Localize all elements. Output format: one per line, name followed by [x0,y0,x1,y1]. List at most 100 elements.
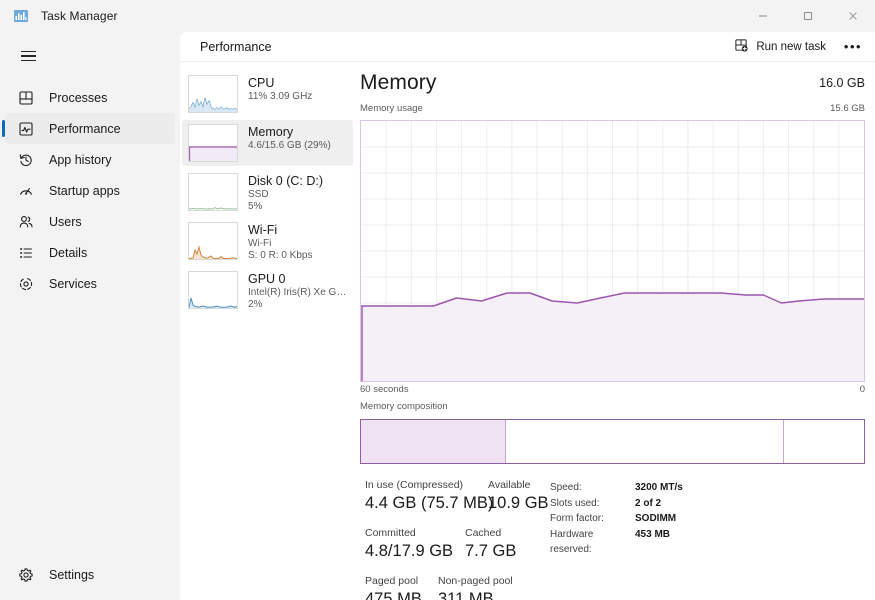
memory-composition-bar[interactable] [360,419,865,464]
memory-usage-chart [361,121,864,381]
graph-time-zero-label: 0 [859,384,865,395]
sidebar-item-label: Performance [49,121,121,136]
resource-detail-secondary: 2% [248,299,263,310]
stat-committed: Committed 4.8/17.9 GB [365,526,453,562]
stat-available: Available 10.9 GB [488,478,549,514]
details-icon [17,244,35,262]
sidebar-item-performance[interactable]: Performance [2,113,175,144]
sidebar-item-label: Processes [49,90,108,105]
resource-item-cpu[interactable]: CPU 11% 3.09 GHz [182,71,353,117]
run-new-task-label: Run new task [756,40,826,53]
graph-max-label: 15.6 GB [830,103,865,114]
window-controls [740,0,875,32]
graph-time-span-label: 60 seconds [360,384,409,395]
task-manager-window: Task Manager Processes Performance App h… [0,0,875,600]
sidebar-item-app-history[interactable]: App history [5,144,175,175]
spec-value: SODIMM [635,513,677,524]
stat-value: 4.4 GB (75.7 MB) [365,494,494,512]
resource-item-memory[interactable]: Memory 4.6/15.6 GB (29%) [182,120,353,166]
memory-composition-label: Memory composition [360,401,448,412]
sidebar-item-label: Details [49,245,88,260]
page-title: Performance [200,39,272,54]
run-new-task-button[interactable]: Run new task [725,35,835,59]
graph-title-label: Memory usage [360,103,423,114]
memory-usage-graph [360,120,865,382]
resource-item-wifi[interactable]: Wi-Fi Wi-Fi S: 0 R: 0 Kbps [182,218,353,264]
stat-value: 10.9 GB [488,494,549,512]
sidebar: Processes Performance App history Startu… [0,32,180,600]
startup-icon [17,182,35,200]
cpu-mini-graph [188,75,238,113]
memory-detail-pane: Memory 16.0 GB Memory usage 15.6 GB 60 s… [355,63,875,600]
minimize-button[interactable] [740,0,785,32]
resource-detail-secondary: 5% [248,201,263,212]
resource-list: CPU 11% 3.09 GHz Memory 4.6/15.6 GB (29%… [180,63,355,600]
resource-detail: 4.6/15.6 GB (29%) [248,140,331,151]
stat-value: 4.8/17.9 GB [365,542,454,560]
new-task-icon [734,38,749,56]
composition-segment-in-use [361,420,505,463]
stat-label: Paged pool [365,575,419,587]
resource-name: Memory [248,125,294,139]
disk-mini-graph [188,173,238,211]
sidebar-item-details[interactable]: Details [5,237,175,268]
resource-name: Wi-Fi [248,223,278,237]
resource-name: GPU 0 [248,272,286,286]
spec-row: Form factor: SODIMM [550,511,683,527]
stat-nonpaged-pool: Non-paged pool 311 MB [438,574,513,600]
resource-detail-secondary: S: 0 R: 0 Kbps [248,250,313,261]
users-icon [17,213,35,231]
stat-label: Committed [365,527,416,539]
sidebar-item-label: App history [49,152,112,167]
sidebar-footer: Settings [0,559,180,590]
sidebar-item-label: Settings [49,567,95,582]
memory-mini-graph [188,124,238,162]
sidebar-item-services[interactable]: Services [5,268,175,299]
graph-axis-labels-top: Memory usage 15.6 GB [355,103,875,117]
composition-label-row: Memory composition [355,401,875,415]
sidebar-item-label: Services [49,276,97,291]
resource-name: CPU [248,76,275,90]
spec-row: Hardware reserved: 453 MB [550,527,683,558]
sidebar-item-startup-apps[interactable]: Startup apps [5,175,175,206]
spec-value: 453 MB [635,528,671,540]
pane-header: Memory 16.0 GB [355,63,875,103]
spec-key: Form factor: [550,513,604,524]
resource-item-gpu[interactable]: GPU 0 Intel(R) Iris(R) Xe G… 2% [182,267,353,313]
memory-total: 16.0 GB [819,76,865,90]
close-button[interactable] [830,0,875,32]
performance-icon [17,120,35,138]
resource-item-disk[interactable]: Disk 0 (C: D:) SSD 5% [182,169,353,215]
more-options-button[interactable]: ••• [839,35,867,59]
wifi-mini-graph [188,222,238,260]
stat-label: Cached [465,527,502,539]
memory-specs: Speed: 3200 MT/s Slots used: 2 of 2 Form… [550,480,683,558]
spec-key: Slots used: [550,497,600,509]
task-manager-icon [13,8,29,24]
toolbar-actions: Run new task ••• [725,35,867,59]
navigation-menu-button[interactable] [8,38,48,74]
spec-value: 2 of 2 [635,497,662,509]
maximize-button[interactable] [785,0,830,32]
title-bar: Task Manager [0,0,875,32]
sidebar-item-settings[interactable]: Settings [5,559,175,590]
stat-value: 7.7 GB [465,542,517,560]
resource-detail: Wi-Fi [248,238,272,249]
memory-statistics: In use (Compressed) 4.4 GB (75.7 MB) Ava… [360,478,875,600]
stat-label: Available [488,479,531,491]
spec-row: Speed: 3200 MT/s [550,480,683,496]
resource-detail: 11% 3.09 GHz [248,91,313,102]
content-panel: Performance Run new task ••• CPU 11% 3.0… [180,32,875,600]
content-toolbar: Performance Run new task ••• [180,32,875,62]
gear-icon [17,566,35,584]
spec-value: 3200 MT/s [635,482,683,493]
sidebar-item-processes[interactable]: Processes [5,82,175,113]
resource-detail: SSD [248,189,269,200]
graph-axis-labels-bottom: 60 seconds 0 [355,384,875,398]
window-title: Task Manager [41,9,118,23]
sidebar-item-users[interactable]: Users [5,206,175,237]
resource-detail: Intel(R) Iris(R) Xe G… [248,287,347,298]
stat-paged-pool: Paged pool 475 MB [365,574,422,600]
spec-row: Slots used: 2 of 2 [550,496,683,512]
services-icon [17,275,35,293]
